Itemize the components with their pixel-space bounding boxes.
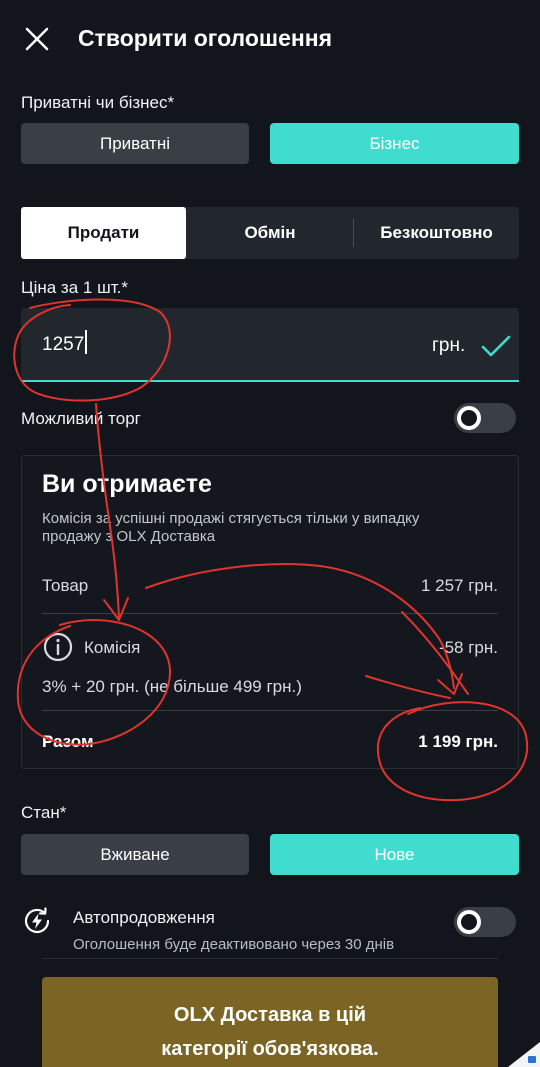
- negotiable-label: Можливий торг: [21, 409, 141, 428]
- private-button[interactable]: Приватні: [21, 123, 249, 164]
- negotiable-toggle[interactable]: [454, 403, 516, 433]
- check-icon: [481, 335, 511, 357]
- currency-label: грн.: [432, 335, 466, 356]
- row-divider: [42, 710, 498, 711]
- price-label: Ціна за 1 шт.*: [21, 278, 128, 297]
- corner-badge-icon: [508, 1042, 540, 1067]
- price-value-text: 1257: [42, 334, 85, 355]
- tab-free[interactable]: Безкоштовно: [354, 207, 519, 259]
- deal-type-tabs: Продати Обмін Безкоштовно: [21, 207, 519, 259]
- price-input-value[interactable]: 1257: [42, 330, 88, 358]
- business-button[interactable]: Бізнес: [270, 123, 519, 164]
- delivery-banner-line-1: OLX Доставка в цій: [173, 1004, 367, 1026]
- condition-label: Стан*: [21, 803, 67, 822]
- section-divider: [42, 958, 498, 959]
- delivery-banner-text: OLX Доставка в цій категорії обов'язкова…: [42, 998, 498, 1066]
- commission-label: Комісія: [84, 638, 141, 657]
- autorenew-icon: [24, 907, 50, 934]
- autorenew-toggle[interactable]: [454, 907, 516, 937]
- tab-sell[interactable]: Продати: [21, 207, 186, 259]
- commission-value: -58 грн.: [438, 638, 498, 657]
- commission-note: 3% + 20 грн. (не більше 499 грн.): [42, 677, 302, 696]
- receive-card: [21, 455, 519, 769]
- info-icon[interactable]: [42, 631, 74, 663]
- autorenew-title: Автопродовження: [73, 908, 215, 927]
- row-divider: [42, 613, 498, 614]
- toggle-knob: [457, 406, 481, 430]
- close-button[interactable]: [20, 22, 54, 56]
- total-label: Разом: [42, 732, 94, 751]
- tab-exchange[interactable]: Обмін: [187, 207, 353, 259]
- condition-used-button[interactable]: Вживане: [21, 834, 249, 875]
- receive-card-description: Комісія за успішні продажі стягується ті…: [42, 510, 420, 545]
- condition-new-button[interactable]: Нове: [270, 834, 519, 875]
- text-caret: [85, 330, 88, 354]
- seller-type-label: Приватні чи бізнес*: [21, 93, 175, 112]
- delivery-banner-line-2: категорії обов'язкова.: [161, 1038, 379, 1060]
- item-label: Товар: [42, 576, 89, 595]
- receive-card-title: Ви отримаєте: [42, 470, 212, 498]
- total-value: 1 199 грн.: [418, 732, 498, 751]
- autorenew-subtitle: Оголошення буде деактивовано через 30 дн…: [73, 936, 395, 953]
- close-icon: [25, 27, 49, 51]
- toggle-knob: [457, 910, 481, 934]
- page-title: Створити оголошення: [78, 25, 333, 51]
- item-value: 1 257 грн.: [420, 576, 498, 595]
